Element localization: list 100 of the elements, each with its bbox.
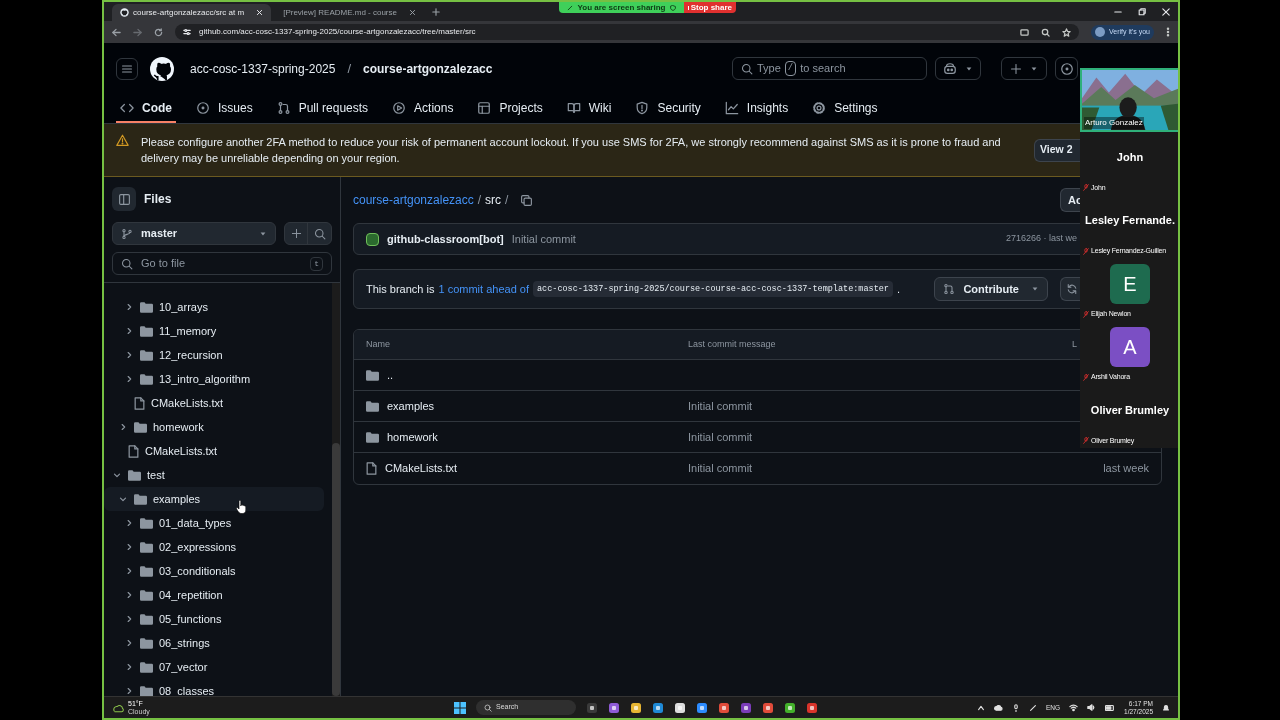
tree-item[interactable]: homework — [104, 415, 324, 439]
nav-tab[interactable]: Security — [631, 95, 705, 123]
participant-display-name: Oliver Brumley — [1090, 402, 1170, 418]
participant-display-name: Lesley Fernande. — [1085, 213, 1175, 229]
tree-item[interactable]: CMakeLists.txt — [104, 439, 324, 463]
book-icon — [566, 101, 581, 115]
branch-status-text: . — [896, 281, 900, 297]
tree-item[interactable]: 06_strings — [104, 631, 324, 655]
key-hint: / — [784, 60, 797, 77]
compare-link[interactable]: 1 commit ahead of — [438, 280, 529, 298]
github-logo-icon[interactable] — [150, 56, 174, 81]
tree-item[interactable]: 11_memory — [104, 319, 324, 343]
stop-share-button[interactable]: Stop share — [684, 2, 736, 13]
search-hint: to search — [800, 61, 846, 77]
file-icon — [366, 462, 377, 475]
tree-item[interactable]: 08_classes — [104, 679, 324, 696]
new-tab-icon — [431, 7, 440, 16]
pen-icon — [1029, 703, 1037, 712]
commit-message[interactable]: Initial commit — [511, 230, 576, 248]
tree-item[interactable]: 04_repetition — [104, 583, 324, 607]
file-icon — [134, 396, 145, 410]
caret-icon — [1031, 285, 1039, 293]
bot-avatar-icon — [366, 232, 379, 246]
commit-meta[interactable]: 2716266 · last we — [1005, 232, 1077, 246]
participant-name: Arturo Gonzalez — [1084, 117, 1144, 129]
issues-button[interactable] — [1055, 57, 1078, 80]
warning-message: Please configure another 2FA method to reduce your risk of permanent account lockout. If you use SMS for 2FA, we strongly recommend against SMS as it is prone to fraud and delivery may be unreliable depending on your region. — [141, 135, 1002, 166]
windows-start-icon[interactable] — [454, 701, 466, 714]
tree-item[interactable]: 02_expressions — [104, 535, 324, 559]
commit-message-link[interactable]: Initial commit — [688, 460, 753, 477]
tree-item[interactable]: CMakeLists.txt — [104, 391, 324, 415]
scrollbar[interactable] — [332, 283, 340, 696]
go-to-file-field[interactable]: Go to file t — [112, 252, 332, 275]
tree-item[interactable]: 01_data_types — [104, 511, 324, 535]
issue-icon — [1059, 61, 1074, 76]
nav-tab[interactable]: Pull requests — [272, 95, 373, 123]
address-bar[interactable]: github.com/acc-cosc-1337-spring-2025/course-artgonzalezacc/tree/master/src — [175, 24, 1079, 40]
tree-item[interactable]: test — [104, 463, 324, 487]
commit-date: last week — [1103, 461, 1149, 477]
branch-ref: acc-cosc-1337-spring-2025/course-course-acc-cosc-1337-template:master — [533, 280, 893, 298]
browser-tab[interactable]: course-artgonzalezacc/src at m — [112, 4, 272, 21]
forward-icon — [133, 27, 142, 37]
repo-link[interactable]: course-artgonzalezacc — [353, 191, 474, 209]
plus-icon — [290, 228, 302, 239]
nav-tab[interactable]: Actions — [388, 95, 458, 123]
go-to-file-input[interactable]: Go to file — [141, 255, 303, 272]
close-icon — [256, 9, 264, 16]
shield-icon — [670, 4, 676, 11]
tree-item[interactable]: 13_intro_algorithm — [104, 367, 324, 391]
nav-tab[interactable]: Settings — [808, 95, 882, 123]
column-header: Last commit message — [688, 337, 776, 351]
file-name-link[interactable]: CMakeLists.txt — [385, 460, 458, 477]
contribute-button[interactable]: Contribute — [934, 277, 1048, 301]
branch-selector[interactable]: master — [112, 222, 276, 245]
wifi-icon — [1069, 703, 1079, 712]
browser-tab[interactable]: [Preview] README.md - course — [275, 4, 424, 21]
participant-display-name: John — [1116, 150, 1144, 166]
nav-tab[interactable]: Issues — [192, 95, 257, 123]
participant-avatar: A — [1110, 326, 1150, 367]
search-icon — [741, 62, 753, 75]
path-separator: / — [347, 59, 352, 78]
nav-tab[interactable]: Insights — [720, 95, 793, 123]
tree-item[interactable]: 07_vector — [104, 655, 324, 679]
copilot-button[interactable] — [935, 57, 981, 80]
view-button[interactable]: View 2 — [1034, 138, 1080, 162]
commit-message-link[interactable]: Initial commit — [688, 397, 753, 415]
sync-button[interactable] — [1060, 277, 1082, 301]
settings-icon — [812, 101, 827, 115]
tree-item[interactable]: examples — [104, 487, 324, 511]
search-field[interactable]: Type / to search — [732, 57, 927, 80]
tree-item[interactable]: 03_conditionals — [104, 559, 324, 583]
nav-tab[interactable]: Projects — [473, 95, 547, 123]
close-window-icon — [1162, 7, 1170, 16]
github-logo-icon — [120, 8, 129, 17]
muted-microphone-icon — [1083, 374, 1089, 382]
search-icon — [121, 257, 133, 270]
owner-link[interactable]: acc-cosc-1337-spring-2025 — [190, 59, 336, 78]
commit-author[interactable]: github-classroom[bot] — [387, 230, 504, 248]
commit-message-link[interactable]: Initial commit — [688, 428, 753, 446]
play-circle-icon — [392, 101, 407, 115]
app-icon[interactable] — [806, 701, 818, 714]
tree-item[interactable]: 10_arrays — [104, 295, 324, 319]
volume-icon — [1087, 703, 1097, 712]
file-name-link[interactable]: homework — [387, 428, 438, 446]
tree-item[interactable]: 12_recursion — [104, 343, 324, 367]
nav-tab[interactable]: Wiki — [562, 95, 616, 123]
branch-status-text: This branch is — [366, 281, 435, 297]
copy-icon — [520, 193, 534, 207]
repo-link[interactable]: course-artgonzalezacc — [363, 59, 493, 78]
url-text: github.com/acc-cosc-1337-spring-2025/course-artgonzalezacc/tree/master/src — [199, 26, 476, 38]
file-icon — [128, 444, 139, 458]
column-header: Name — [366, 337, 391, 351]
column-header: L — [1072, 337, 1077, 351]
parent-directory-link[interactable]: .. — [387, 366, 394, 384]
file-name-link[interactable]: examples — [387, 397, 435, 415]
app-icon[interactable] — [784, 701, 796, 714]
collapse-sidebar-button[interactable] — [112, 187, 136, 211]
tree-item[interactable]: 05_functions — [104, 607, 324, 631]
search-icon — [313, 227, 326, 240]
path-separator: / — [505, 192, 509, 209]
